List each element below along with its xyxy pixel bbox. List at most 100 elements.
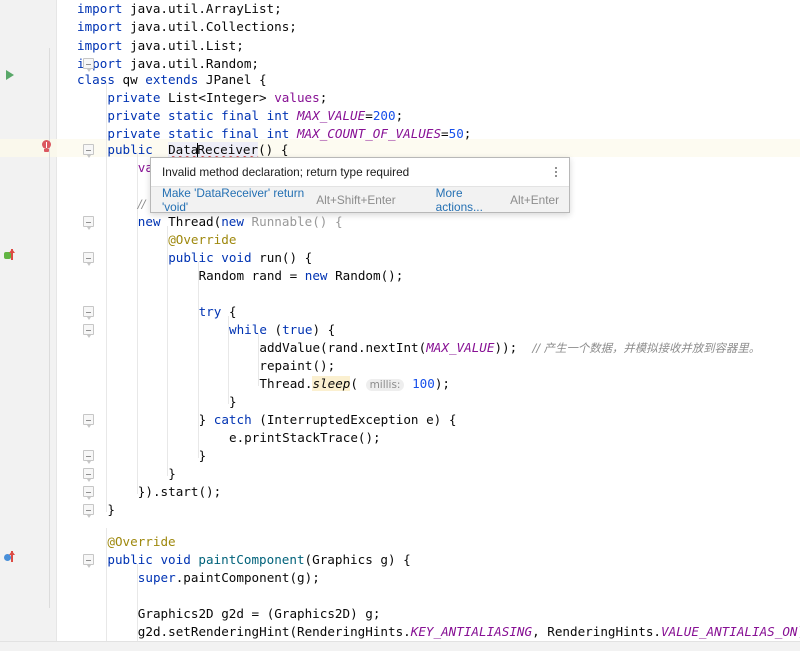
code-line[interactable]: import java.util.List; [77,37,244,55]
fold-class[interactable] [83,144,94,158]
more-options-icon[interactable] [549,164,563,180]
code-line[interactable]: class qw extends JPanel { [77,71,267,89]
code-token: Random(); [327,268,404,283]
code-token: ( [266,322,283,337]
fold-method-2[interactable] [83,468,94,482]
code-token: KEY_ANTIALIASING [410,624,533,639]
fold-method-4[interactable] [83,504,94,518]
code-token: ; [319,90,328,105]
code-line[interactable]: } [199,447,207,465]
code-line[interactable]: }).start(); [138,483,221,501]
code-line[interactable]: g2d.setRenderingHint(RenderingHints.KEY_… [138,623,800,641]
fold-catch[interactable] [83,414,94,428]
fold-method-1[interactable] [83,450,94,464]
code-token: = [441,126,449,141]
code-line[interactable]: try { [199,303,237,321]
code-token: VALUE_ANTIALIAS_ON [661,624,798,639]
code-token: ( [350,376,366,391]
error-identifier: DataReceiver [168,142,259,158]
code-line[interactable]: } catch (InterruptedException e) { [199,411,457,429]
code-token: new [221,214,244,229]
code-line[interactable]: private List<Integer> values; [107,89,327,107]
code-line[interactable]: e.printStackTrace(); [229,429,381,447]
code-line[interactable]: Graphics2D g2d = (Graphics2D) g; [138,605,381,623]
implements-method-gutter-icon[interactable] [4,249,18,261]
fold-tail-arrow [87,461,92,464]
code-comment: // 产生一个数据，并模拟接收并放到容器里。 [532,341,761,355]
code-token: public [107,142,153,157]
code-token: repaint(); [259,358,336,373]
code-token: (InterruptedException e) { [251,412,457,427]
code-content-area[interactable]: import java.util.ArrayList; import java.u… [57,0,800,651]
popup-actions-row[interactable]: Make 'DataReceiver' return 'void' Alt+Sh… [151,186,569,214]
code-line[interactable]: @Override [107,533,175,551]
code-line[interactable]: repaint(); [259,357,335,375]
fold-tail-arrow [87,263,92,266]
code-token: Thread. [259,376,313,391]
fold-collapse-icon [83,252,94,263]
code-line[interactable]: import java.util.Collections; [77,18,297,36]
fold-tail-arrow [87,69,92,72]
code-token: } [198,448,207,463]
code-token: private static final int [107,126,290,141]
fold-while[interactable] [83,324,94,338]
code-token: java.util.Random; [122,55,259,71]
fold-tail-arrow [87,479,92,482]
run-class-gutter-icon[interactable] [6,70,14,80]
code-editor[interactable]: import java.util.ArrayList; import java.u… [0,0,800,651]
code-token: } [229,394,237,409]
code-line[interactable]: } [168,465,176,483]
make-return-void-action[interactable]: Make 'DataReceiver' return 'void' [162,186,307,214]
fold-paint[interactable] [83,554,94,568]
code-line[interactable]: while (true) { [229,321,335,339]
code-token: values [274,90,320,105]
code-token: super [137,570,176,585]
code-line[interactable]: addValue(rand.nextInt(MAX_VALUE)); // 产生… [259,339,760,357]
code-line[interactable]: new Thread(new Runnable() { [138,213,343,231]
code-line[interactable]: } [107,501,115,519]
fold-collapse-icon [83,414,94,425]
code-line[interactable]: public void paintComponent(Graphics g) { [107,551,410,569]
code-line[interactable]: Random rand = new Random(); [199,267,404,285]
fold-collapse-icon [83,324,94,335]
code-token: Thread( [160,214,222,229]
fold-try[interactable] [83,306,94,320]
code-token: new [304,268,328,283]
fold-collapse-icon [83,450,94,461]
code-line[interactable]: import java.util.ArrayList; [77,0,282,18]
code-line[interactable]: Thread.sleep( millis: 100); [259,375,450,393]
code-line[interactable]: } [229,393,237,411]
code-line[interactable]: public void run() { [168,249,312,267]
parameter-hint-inlay: millis: [365,379,405,391]
code-token: g2d.setRenderingHint(RenderingHints. [137,624,411,639]
code-token: = [365,108,373,123]
overrides-method-gutter-icon[interactable] [4,551,18,563]
fold-method-3[interactable] [83,486,94,500]
code-token: java.util.ArrayList; [122,1,282,16]
fold-imports[interactable] [83,58,94,72]
code-token: class [77,72,115,87]
make-return-void-shortcut: Alt+Shift+Enter [316,192,396,207]
editor-fold-rail[interactable] [30,0,56,651]
fold-runnable[interactable] [83,252,94,266]
code-token: private [107,90,161,105]
code-token: MAX_VALUE [426,340,495,355]
more-actions-link[interactable]: More actions... [436,186,502,214]
code-token: ) { [312,322,336,337]
code-token: 100 [412,376,435,391]
fold-constructor[interactable] [83,216,94,230]
fold-collapse-icon [83,216,94,227]
intention-action-popup[interactable]: Invalid method declaration; return type … [150,157,570,214]
play-triangle-icon [6,70,14,80]
code-token: import [77,1,123,16]
code-line[interactable]: private static final int MAX_VALUE=200; [107,107,403,125]
error-bulb-gutter-icon[interactable] [41,140,52,153]
code-line[interactable]: @Override [168,231,236,249]
code-token: Runnable() { [243,214,343,229]
code-line[interactable]: super.paintComponent(g); [138,569,320,587]
fold-collapse-icon [83,468,94,479]
popup-message-text: Invalid method declaration; return type … [162,165,410,179]
fold-collapse-icon [83,554,94,565]
code-token: 200 [372,108,396,123]
